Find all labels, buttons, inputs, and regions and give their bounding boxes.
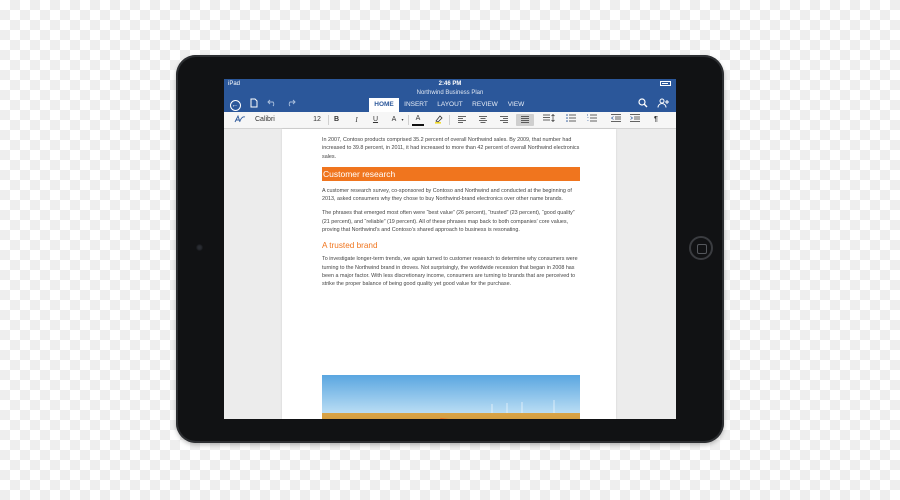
home-button[interactable] — [689, 236, 713, 260]
font-size-field[interactable]: 12 — [308, 114, 326, 125]
tab-view[interactable]: VIEW — [504, 98, 528, 112]
font-color-button[interactable]: A — [412, 114, 424, 126]
heading-customer-research: Customer research — [322, 166, 580, 181]
share-icon[interactable] — [656, 98, 670, 111]
word-app-screen: iPad 2:46 PM Northwind Business Plan ← H… — [224, 79, 676, 419]
styles-icon[interactable] — [233, 114, 247, 126]
highlighter-icon[interactable] — [433, 114, 445, 126]
bullets-icon[interactable] — [564, 114, 578, 126]
increase-indent-icon[interactable] — [628, 114, 642, 126]
paragraph-research-1: A customer research survey, co-sponsored… — [322, 187, 572, 203]
file-icon[interactable] — [248, 98, 260, 111]
status-bar: iPad 2:46 PM — [224, 79, 676, 89]
justify-icon[interactable] — [516, 114, 534, 126]
camera-lens — [196, 244, 203, 251]
back-icon[interactable]: ← — [229, 98, 241, 111]
paragraph-brand: To investigate longer-term trends, we ag… — [322, 256, 578, 288]
tab-home[interactable]: HOME — [369, 98, 399, 112]
redo-icon[interactable] — [285, 98, 297, 111]
tab-review[interactable]: REVIEW — [470, 98, 500, 112]
numbering-icon[interactable] — [585, 114, 599, 126]
italic-button[interactable]: I — [351, 114, 362, 126]
text-effects-button[interactable]: A — [388, 114, 400, 126]
font-name-field[interactable]: Calibri — [252, 114, 309, 125]
tab-layout[interactable]: LAYOUT — [434, 98, 466, 112]
battery-icon — [660, 81, 671, 86]
paragraph-research-2: The phrases that emerged most often were… — [322, 210, 575, 234]
bold-button[interactable]: B — [331, 114, 342, 126]
clock-time: 2:46 PM — [438, 81, 462, 87]
underline-button[interactable]: U — [370, 114, 381, 126]
formatting-toolbar: Calibri 12 B I U A ▾ A ¶ — [224, 112, 676, 129]
document-title: Northwind Business Plan — [224, 89, 676, 97]
show-formatting-button[interactable]: ¶ — [650, 114, 662, 126]
ipad-device: iPad 2:46 PM Northwind Business Plan ← H… — [176, 55, 724, 443]
document-page[interactable]: In 2007, Contoso products comprised 35.2… — [282, 129, 616, 419]
paragraph-intro: In 2007, Contoso products comprised 35.2… — [322, 137, 580, 160]
decrease-indent-icon[interactable] — [609, 114, 623, 126]
align-left-icon[interactable] — [455, 114, 469, 126]
ribbon-tab-bar: ← HOME INSERT LAYOUT REVIEW VIEW — [224, 97, 676, 112]
kite-field-photo — [322, 375, 580, 419]
heading-trusted-brand: A trusted brand — [322, 241, 378, 251]
search-icon[interactable] — [637, 98, 649, 111]
line-spacing-icon[interactable] — [542, 114, 558, 126]
text-effects-dropdown-icon[interactable]: ▾ — [400, 114, 405, 126]
tab-insert[interactable]: INSERT — [402, 98, 430, 112]
align-right-icon[interactable] — [497, 114, 511, 126]
undo-icon[interactable] — [266, 98, 278, 111]
align-center-icon[interactable] — [476, 114, 490, 126]
document-body: In 2007, Contoso products comprised 35.2… — [322, 136, 580, 295]
